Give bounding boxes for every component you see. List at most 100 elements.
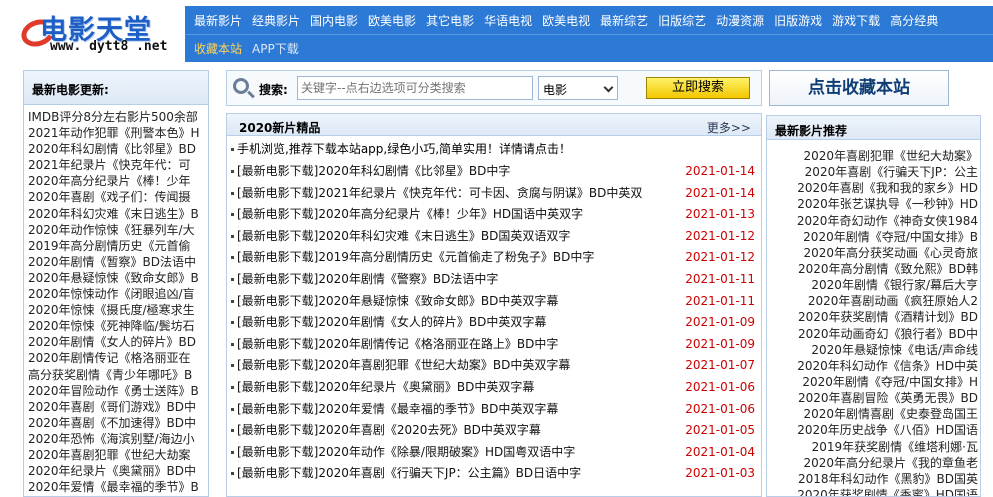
latest-update-link[interactable]: 2019年高分剧情历史《元首偷 <box>28 238 208 254</box>
site-logo[interactable]: 电影天堂 www. dytt8 .net <box>17 6 183 58</box>
nav-item[interactable]: 华语电视 <box>479 12 537 29</box>
movie-link[interactable]: [最新电影下载]2021年纪录片《快克年代：可卡因、贪腐与阴谋》BD中英双 <box>237 186 642 200</box>
latest-update-link[interactable]: 2020年喜剧《不加速得》BD中 <box>28 415 208 431</box>
movie-link[interactable]: [最新电影下载]2020年悬疑惊悚《致命女郎》BD中英双字幕 <box>237 294 558 308</box>
search-input[interactable] <box>297 76 533 100</box>
nav-item[interactable]: 动漫资源 <box>711 12 769 29</box>
latest-update-link[interactable]: 2020年科幻剧情《比邻星》BD <box>28 141 208 157</box>
nav-item[interactable]: 最新综艺 <box>595 12 653 29</box>
latest-update-link[interactable]: 2021年动作犯罪《刑警本色》H <box>28 125 208 141</box>
nav-item[interactable]: 旧版综艺 <box>653 12 711 29</box>
recommended-link[interactable]: 2020年高分剧情《致允熙》BD韩 <box>767 261 980 277</box>
movie-link[interactable]: [最新电影下载]2020年动作《除暴/限期破案》HD国粤双语中字 <box>237 445 575 459</box>
latest-update-link[interactable]: 2020年剧情《暂察》BD法语中 <box>28 254 208 270</box>
movie-link[interactable]: [最新电影下载]2020年剧情《女人的碎片》BD中英双字幕 <box>237 315 546 329</box>
recommended-link[interactable]: 2019年获奖剧情《维塔利娜·瓦 <box>767 439 980 455</box>
latest-update-link[interactable]: 2020年惊悚《摄氏度/極寒求生 <box>28 302 208 318</box>
latest-update-link[interactable]: 2020年喜剧《哥们游戏》BD中 <box>28 399 208 415</box>
latest-update-link[interactable]: 2020年剧情《女人的碎片》BD <box>28 334 208 350</box>
release-date: 2021-01-09 <box>685 336 755 351</box>
latest-update-link[interactable]: 2020年科幻灾难《末日逃生》B <box>28 206 208 222</box>
app-promo-link[interactable]: 手机浏览,推荐下载本站app,绿色小巧,简单实用！详情请点击！ <box>231 140 571 157</box>
release-date: 2021-01-11 <box>685 271 755 286</box>
bookmark-site-button[interactable]: 点击收藏本站 <box>769 70 949 106</box>
nav-item[interactable]: 最新影片 <box>189 12 247 29</box>
latest-update-link[interactable]: 2020年剧情传记《格洛丽亚在 <box>28 350 208 366</box>
recommended-link[interactable]: 2020年喜剧冒险《英勇无畏》BD <box>767 390 980 406</box>
release-date: 2021-01-03 <box>685 466 755 481</box>
recommended-link[interactable]: 2020年喜剧犯罪《世纪大劫案》 <box>767 148 980 164</box>
nav-item[interactable]: 其它电影 <box>421 12 479 29</box>
latest-update-link[interactable]: 2020年悬疑惊悚《致命女郎》B <box>28 270 208 286</box>
recommended-link[interactable]: 2020年喜剧《我和我的家乡》HD <box>767 180 980 196</box>
recommended-link[interactable]: 2020年剧情《银行家/幕后大亨 <box>767 277 980 293</box>
recommended-link[interactable]: 2020年剧情喜剧《史泰登岛国王 <box>767 406 980 422</box>
latest-update-link[interactable]: 2020年动作惊悚《狂暴列车/大 <box>28 222 208 238</box>
app-download-link[interactable]: APP下载 <box>247 40 304 57</box>
latest-update-link[interactable]: 2020年纪录片《奥黛丽》BD中 <box>28 463 208 479</box>
nav-item[interactable]: 欧美电影 <box>363 12 421 29</box>
movie-link[interactable]: [最新电影下载]2020年纪录片《奥黛丽》BD中英双字幕 <box>237 380 534 394</box>
recommended-link[interactable]: 2020年获奖剧情《酒精计划》BD <box>767 309 980 325</box>
search-category-select[interactable]: 电影 <box>538 76 618 100</box>
more-link[interactable]: 更多>> <box>707 119 751 136</box>
latest-updates-title: 最新电影更新: <box>24 71 208 105</box>
release-date: 2021-01-09 <box>685 315 755 330</box>
recommended-link[interactable]: 2020年科幻动作《信条》HD中英 <box>767 358 980 374</box>
recommended-link[interactable]: 2020年历史战争《八佰》HD国语 <box>767 422 980 438</box>
latest-update-link[interactable]: 2020年惊悚动作《闭眼追凶/盲 <box>28 286 208 302</box>
movie-link[interactable]: [最新电影下载]2019年高分剧情历史《元首偷走了粉兔子》BD中字 <box>237 250 594 264</box>
latest-update-link[interactable]: 2020年惊悚《死神降临/鬓坊石 <box>28 318 208 334</box>
recommended-link[interactable]: 2020年高分获奖动画《心灵奇旅 <box>767 245 980 261</box>
movie-link[interactable]: [最新电影下载]2020年喜剧《2020去死》BD中英双字幕 <box>237 423 541 437</box>
movie-link[interactable]: [最新电影下载]2020年剧情传记《格洛丽亚在路上》BD中字 <box>237 337 558 351</box>
recommended-link[interactable]: 2020年喜剧《行骗天下JP：公主 <box>767 164 980 180</box>
list-item: [最新电影下载]2020年剧情《女人的碎片》BD中英双字幕 2021-01-09 <box>231 311 759 333</box>
movie-link[interactable]: [最新电影下载]2020年科幻剧情《比邻星》BD中字 <box>237 164 510 178</box>
nav-item[interactable]: 旧版游戏 <box>769 12 827 29</box>
nav-item[interactable]: 欧美电视 <box>537 12 595 29</box>
recommended-link[interactable]: 2020年张艺谋执导《一秒钟》HD <box>767 196 980 212</box>
latest-update-link[interactable]: 2020年高分纪录片《棒！少年 <box>28 173 208 189</box>
movie-link[interactable]: [最新电影下载]2020年高分纪录片《棒！少年》HD国语中英双字 <box>237 207 583 221</box>
latest-update-link[interactable]: 2020年冒险动作《勇士送阵》B <box>28 383 208 399</box>
movie-link[interactable]: [最新电影下载]2020年喜剧《行骗天下JP：公主篇》BD日语中字 <box>237 466 581 480</box>
list-item: [最新电影下载]2020年剧情传记《格洛丽亚在路上》BD中字 2021-01-09 <box>231 333 759 355</box>
recommended-link[interactable]: 2020年动画奇幻《狼行者》BD中 <box>767 326 980 342</box>
recommended-link[interactable]: 2020年悬疑惊悚《电话/声命线 <box>767 342 980 358</box>
recommended-link[interactable]: 2020年获奖剧情《香蜜》HD国语 <box>767 487 980 496</box>
top-navigation: 最新影片 经典影片 国内电影 欧美电影 其它电影 华语电视 欧美电视 最新综艺 旧版综艺 动漫资源… <box>185 6 993 34</box>
latest-updates-panel: 最新电影更新: IMDB评分8分左右影片500余部 2021年动作犯罪《刑警本色》… <box>23 70 209 497</box>
latest-update-link[interactable]: 2021年纪录片《快克年代：可 <box>28 157 208 173</box>
latest-update-link[interactable]: 高分获奖剧情《青少年哪吒》B <box>28 367 208 383</box>
nav-item[interactable]: 高分经典 <box>885 12 943 29</box>
latest-update-link[interactable]: 2020年恐怖《海滨别墅/海边小 <box>28 431 208 447</box>
latest-update-link[interactable]: IMDB评分8分左右影片500余部 <box>28 109 208 125</box>
list-item: [最新电影下载]2020年喜剧犯罪《世纪大劫案》BD中英双字幕 2021-01-0… <box>231 354 759 376</box>
recommended-link[interactable]: 2020年高分纪录片《我的章鱼老 <box>767 455 980 471</box>
latest-update-link[interactable]: 2020年喜剧《戏子们：传闻摄 <box>28 189 208 205</box>
recommended-link[interactable]: 2020年剧情《夺冠/中国女排》H <box>767 374 980 390</box>
favorite-site-link[interactable]: 收藏本站 <box>189 40 247 57</box>
movie-link[interactable]: [最新电影下载]2020年科幻灾难《末日逃生》BD国英双语双字 <box>237 229 570 243</box>
search-submit-button[interactable]: 立即搜索 <box>646 77 750 99</box>
bullet-icon <box>231 299 234 303</box>
release-date: 2021-01-14 <box>685 185 755 200</box>
bullet-icon <box>231 277 234 281</box>
recommended-link[interactable]: 2018年科幻动作《黑豹》BD国英 <box>767 471 980 487</box>
recommended-link[interactable]: 2020年奇幻动作《神奇女侠1984 <box>767 213 980 229</box>
latest-update-link[interactable]: 2020年爱情《最幸福的季节》B <box>28 479 208 495</box>
sub-navigation: 收藏本站 APP下载 <box>185 34 993 62</box>
movie-link[interactable]: [最新电影下载]2020年喜剧犯罪《世纪大劫案》BD中英双字幕 <box>237 358 570 372</box>
nav-item[interactable]: 国内电影 <box>305 12 363 29</box>
bullet-icon <box>231 170 234 173</box>
movie-link[interactable]: [最新电影下载]2020年剧情《警察》BD法语中字 <box>237 272 498 286</box>
recommended-link[interactable]: 2020年剧情《夺冠/中国女排》B <box>767 229 980 245</box>
movie-link[interactable]: [最新电影下载]2020年爱情《最幸福的季节》BD中英双字幕 <box>237 402 558 416</box>
latest-update-link[interactable]: 2020年喜剧犯罪《世纪大劫案 <box>28 447 208 463</box>
nav-item[interactable]: 游戏下载 <box>827 12 885 29</box>
release-date: 2021-01-11 <box>685 293 755 308</box>
recommended-link[interactable]: 2020年喜剧动画《疯狂原始人2 <box>767 293 980 309</box>
nav-item[interactable]: 经典影片 <box>247 12 305 29</box>
release-date: 2021-01-14 <box>685 164 755 178</box>
